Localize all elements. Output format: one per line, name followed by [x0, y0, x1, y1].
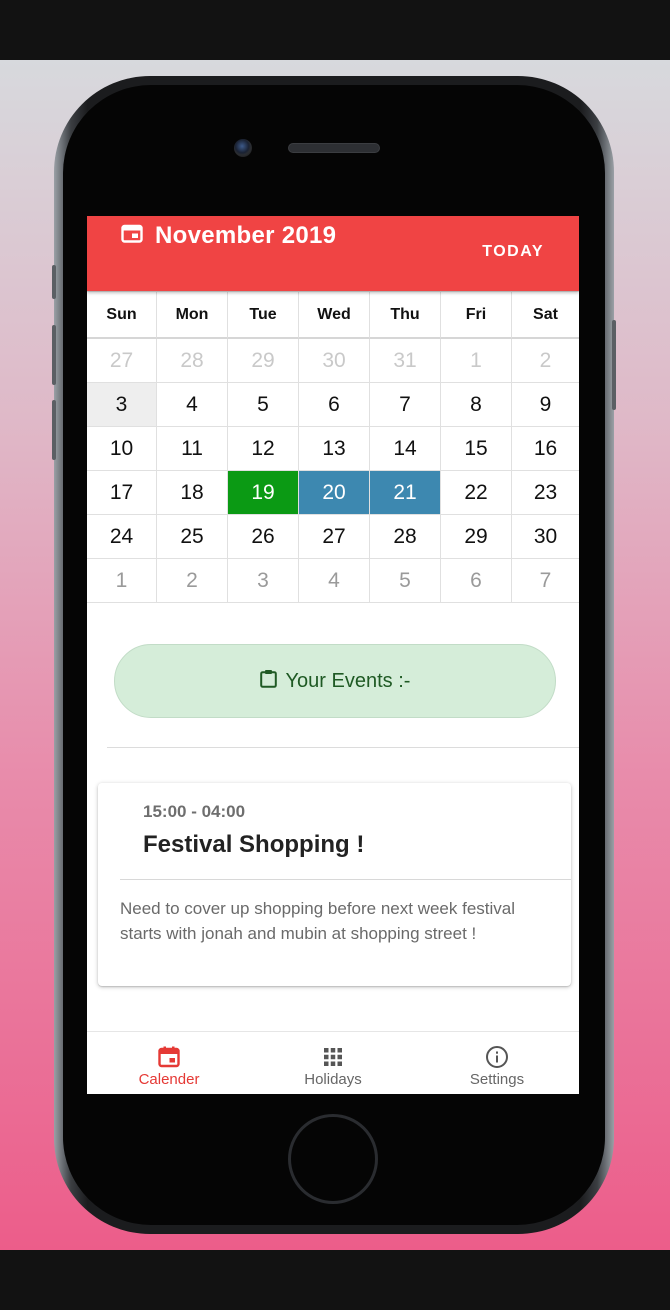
your-events-label: Your Events :- — [285, 669, 411, 692]
day-cell[interactable]: 16 — [512, 427, 579, 471]
nav-settings[interactable]: Settings — [415, 1032, 579, 1094]
month-header: November 2019 — [121, 222, 336, 250]
nav-label: Settings — [469, 1071, 525, 1088]
app-screen: November 2019 TODAY Sun Mon Tue Wed Thu … — [87, 216, 579, 1094]
day-cell-event[interactable]: 21 — [370, 471, 441, 515]
app-header: November 2019 TODAY — [87, 216, 579, 291]
weekday-mon: Mon — [157, 292, 228, 339]
day-cell[interactable]: 30 — [512, 515, 579, 559]
volume-down-button — [52, 400, 56, 460]
day-cell[interactable]: 28 — [157, 339, 228, 383]
calendar-grid: Sun Mon Tue Wed Thu Fri Sat 27 28 29 30 … — [87, 291, 579, 603]
day-cell[interactable]: 2 — [157, 559, 228, 603]
card-divider — [120, 879, 571, 880]
day-cell[interactable]: 18 — [157, 471, 228, 515]
day-cell[interactable]: 27 — [87, 339, 157, 383]
day-cell[interactable]: 6 — [441, 559, 512, 603]
section-divider — [107, 747, 579, 748]
weekday-fri: Fri — [441, 292, 512, 339]
weekday-wed: Wed — [299, 292, 370, 339]
event-time: 15:00 - 04:00 — [143, 802, 246, 821]
nav-label: Holidays — [304, 1071, 362, 1088]
day-cell[interactable]: 9 — [512, 383, 579, 427]
day-cell[interactable]: 29 — [228, 339, 299, 383]
day-cell[interactable]: 8 — [441, 383, 512, 427]
day-cell-selected[interactable]: 19 — [228, 471, 299, 515]
weekday-thu: Thu — [370, 292, 441, 339]
day-cell[interactable]: 27 — [299, 515, 370, 559]
day-cell[interactable]: 14 — [370, 427, 441, 471]
day-cell[interactable]: 31 — [370, 339, 441, 383]
bottom-navigation: Calender Holidays Settings — [87, 1031, 579, 1094]
day-cell[interactable]: 12 — [228, 427, 299, 471]
day-cell[interactable]: 17 — [87, 471, 157, 515]
day-cell[interactable]: 1 — [87, 559, 157, 603]
day-cell[interactable]: 29 — [441, 515, 512, 559]
day-cell[interactable]: 7 — [370, 383, 441, 427]
calendar-icon — [158, 1046, 180, 1068]
nav-holidays[interactable]: Holidays — [251, 1032, 415, 1094]
power-button — [612, 320, 616, 410]
mute-switch — [52, 265, 56, 299]
day-cell[interactable]: 3 — [228, 559, 299, 603]
day-cell[interactable]: 5 — [370, 559, 441, 603]
home-button — [288, 1114, 378, 1204]
day-cell[interactable]: 28 — [370, 515, 441, 559]
day-cell[interactable]: 26 — [228, 515, 299, 559]
info-icon — [486, 1046, 508, 1068]
volume-up-button — [52, 325, 56, 385]
day-cell[interactable]: 22 — [441, 471, 512, 515]
day-cell-event[interactable]: 20 — [299, 471, 370, 515]
day-cell[interactable]: 15 — [441, 427, 512, 471]
day-cell[interactable]: 1 — [441, 339, 512, 383]
calendar-icon — [121, 224, 143, 243]
day-cell[interactable]: 11 — [157, 427, 228, 471]
event-description: Need to cover up shopping before next we… — [120, 899, 516, 943]
front-camera — [234, 139, 252, 157]
weekday-sat: Sat — [512, 292, 579, 339]
day-cell[interactable]: 30 — [299, 339, 370, 383]
event-card[interactable]: 15:00 - 04:00 Festival Shopping ! Need t… — [98, 783, 571, 986]
weekday-tue: Tue — [228, 292, 299, 339]
nav-label: Calender — [138, 1071, 200, 1088]
day-cell[interactable]: 4 — [157, 383, 228, 427]
day-cell[interactable]: 5 — [228, 383, 299, 427]
month-title: November 2019 — [155, 222, 337, 249]
day-cell[interactable]: 13 — [299, 427, 370, 471]
day-cell[interactable]: 25 — [157, 515, 228, 559]
your-events-button[interactable]: Your Events :- — [114, 644, 556, 718]
day-cell[interactable]: 7 — [512, 559, 579, 603]
nav-calender[interactable]: Calender — [87, 1032, 251, 1094]
day-cell[interactable]: 2 — [512, 339, 579, 383]
day-cell[interactable]: 4 — [299, 559, 370, 603]
grid-icon — [324, 1048, 342, 1066]
clipboard-icon — [259, 669, 277, 688]
day-cell[interactable]: 24 — [87, 515, 157, 559]
day-cell[interactable]: 6 — [299, 383, 370, 427]
today-button[interactable]: TODAY — [482, 243, 544, 261]
weekday-sun: Sun — [87, 292, 157, 339]
event-title: Festival Shopping ! — [143, 831, 365, 858]
day-cell-today[interactable]: 3 — [87, 383, 157, 427]
earpiece-speaker — [288, 143, 380, 153]
day-cell[interactable]: 23 — [512, 471, 579, 515]
day-cell[interactable]: 10 — [87, 427, 157, 471]
